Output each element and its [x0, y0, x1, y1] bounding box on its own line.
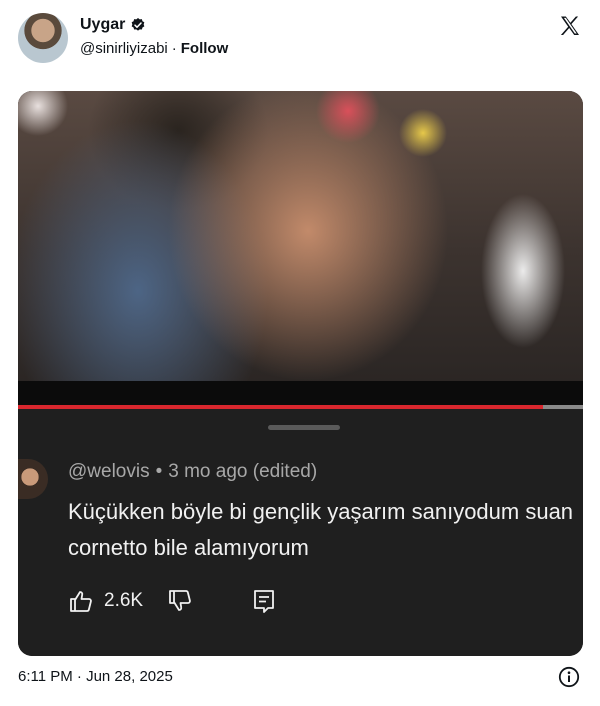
author-handle-row: @sinirliyizabi · Follow — [80, 40, 228, 57]
author-avatar[interactable] — [18, 13, 68, 63]
meta-separator: • — [155, 461, 163, 482]
thumbs-up-icon[interactable] — [68, 588, 94, 614]
thumbs-down-icon[interactable] — [167, 588, 193, 614]
drag-handle[interactable] — [268, 425, 340, 430]
tweet-timestamp[interactable]: 6:11 PM · Jun 28, 2025 — [18, 668, 173, 685]
follow-button[interactable]: Follow — [181, 40, 229, 57]
embedded-media[interactable]: @welovis • 3 mo ago (edited) Küçükken böyl… — [18, 91, 583, 656]
comment-meta: @welovis • 3 mo ago (edited) — [68, 461, 317, 483]
author-handle[interactable]: @sinirliyizabi — [80, 40, 168, 57]
comment-text: Küçükken böyle bi gençlik yaşarım sanıyo… — [68, 499, 574, 560]
info-icon[interactable] — [558, 666, 580, 688]
tweet-card: Uygar @sinirliyizabi · Follow @welovis • 3 m… — [0, 0, 600, 706]
reply-comment-icon[interactable] — [251, 588, 277, 614]
comment-actions: 2.6K — [68, 586, 277, 616]
video-bottom-bar — [18, 381, 583, 405]
like-count: 2.6K — [104, 590, 144, 611]
commenter-avatar[interactable] — [18, 459, 48, 499]
video-frame[interactable] — [18, 91, 583, 381]
separator-dot: · — [171, 40, 177, 57]
comment-panel: @welovis • 3 mo ago (edited) Küçükken böyl… — [18, 409, 583, 656]
author-name-row: Uygar — [80, 16, 146, 34]
commenter-username[interactable]: @welovis — [68, 461, 150, 482]
verified-badge-icon — [132, 18, 145, 31]
x-logo-icon[interactable] — [558, 14, 582, 38]
comment-time: 3 mo ago (edited) — [168, 461, 318, 482]
author-name[interactable]: Uygar — [80, 16, 125, 34]
